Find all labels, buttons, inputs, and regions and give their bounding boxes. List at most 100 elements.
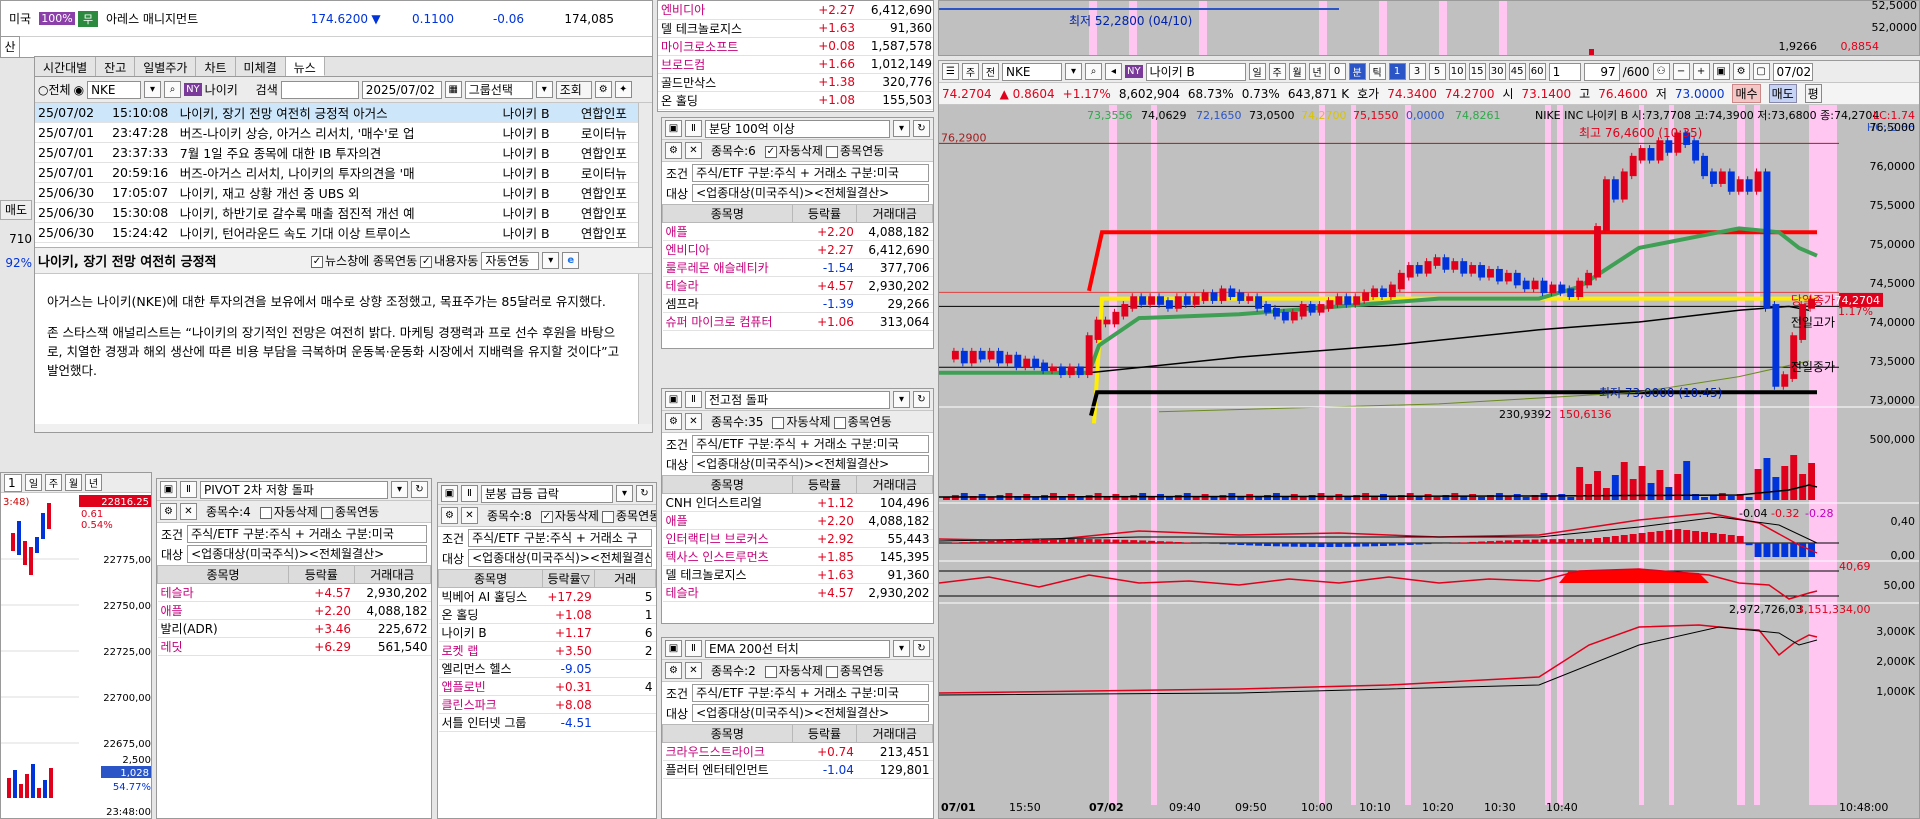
refresh-icon[interactable]: ↻ bbox=[913, 640, 930, 657]
table-row[interactable]: 온 홀딩 +1.08 1 bbox=[438, 605, 656, 624]
min-15[interactable]: 15 bbox=[1468, 63, 1486, 80]
binoculars-icon[interactable]: ⚇ bbox=[1652, 63, 1670, 80]
quote-row[interactable]: 미국 100% 무 아레스 매니지먼트 174.6200 ▼ 0.1100 -0… bbox=[1, 1, 652, 37]
table-row[interactable]: 크라우드스트라이크 +0.74 213,451 bbox=[662, 742, 933, 761]
tab-chart[interactable]: 차트 bbox=[196, 57, 236, 76]
refresh-icon[interactable]: ↻ bbox=[913, 120, 930, 137]
table-row[interactable]: 엔비디아 +2.27 6,412,690 bbox=[662, 240, 933, 259]
mode-select[interactable]: 자동연동 bbox=[481, 251, 540, 270]
window-icon[interactable]: ▣ bbox=[441, 485, 458, 502]
date-input[interactable]: 2025/07/02 bbox=[361, 80, 442, 99]
strip-buy-button[interactable]: 매수 bbox=[1732, 84, 1761, 103]
table-row[interactable]: 테슬라 +4.57 2,930,202 bbox=[157, 583, 431, 602]
mini-tf-year[interactable]: 년 bbox=[85, 474, 102, 491]
chart-search-icon[interactable]: ⌕ bbox=[1085, 63, 1102, 80]
min-10[interactable]: 10 bbox=[1448, 63, 1466, 80]
plus-icon[interactable]: + bbox=[1692, 63, 1710, 80]
table-row[interactable]: 로켓 랩 +3.50 2 bbox=[438, 641, 656, 660]
stock-link-checkbox[interactable]: 종목연동 bbox=[825, 142, 884, 159]
period-zero[interactable]: 0 bbox=[1328, 63, 1346, 80]
autocontent-checkbox[interactable]: ✓ 내용자동 bbox=[420, 252, 478, 269]
pause-icon[interactable]: Ⅱ bbox=[180, 481, 197, 498]
min-3[interactable]: 3 bbox=[1408, 63, 1426, 80]
mini-tf-day[interactable]: 일 bbox=[25, 474, 42, 491]
column-header[interactable]: 종목명 bbox=[157, 565, 290, 584]
table-row[interactable]: 발리(ADR) +3.46 225,672 bbox=[157, 619, 431, 638]
tab-news[interactable]: 뉴스 bbox=[285, 57, 325, 76]
dropdown-icon[interactable]: ▾ bbox=[893, 391, 910, 408]
close-icon[interactable]: ✕ bbox=[180, 503, 197, 520]
table-row[interactable]: 클린스파크 +8.08 bbox=[438, 695, 656, 714]
pause-icon[interactable]: Ⅱ bbox=[685, 640, 702, 657]
table-row[interactable]: 애플 +2.20 4,088,182 bbox=[662, 222, 933, 241]
column-header[interactable]: 종목명 bbox=[438, 569, 544, 588]
strip-sell-button[interactable]: 매도 bbox=[1768, 84, 1797, 103]
table-row[interactable]: 엘리먼스 헬스 -9.05 bbox=[438, 659, 656, 678]
query-button[interactable]: 조회 bbox=[555, 80, 592, 99]
close-icon[interactable]: ✕ bbox=[685, 413, 702, 430]
tab-unfilled[interactable]: 미체결 bbox=[236, 57, 286, 76]
tab-time[interactable]: 시간대별 bbox=[35, 57, 97, 76]
refresh-icon[interactable]: ↻ bbox=[636, 485, 653, 502]
table-row[interactable]: 애플 +2.20 4,088,182 bbox=[662, 511, 933, 530]
stock-link-checkbox[interactable]: 종목연동 bbox=[601, 507, 656, 524]
news-row[interactable]: 25/07/01 20:59:16 버즈-아거스 리서치, 나이키의 투자의견을 '… bbox=[35, 162, 652, 183]
pause-icon[interactable]: Ⅱ bbox=[685, 120, 702, 137]
column-header[interactable]: 종목명 bbox=[662, 204, 793, 223]
table-row[interactable]: 애플 +2.20 4,088,182 bbox=[157, 601, 431, 620]
column-header[interactable]: 등락률▽ bbox=[542, 569, 596, 588]
gear-icon[interactable]: ⚙ bbox=[665, 142, 682, 159]
close-icon[interactable]: ✕ bbox=[685, 142, 702, 159]
column-header[interactable]: 등락률 bbox=[288, 565, 355, 584]
news-row[interactable]: 25/06/30 15:30:08 나이키, 하반기로 갈수록 매출 점진적 개선 … bbox=[35, 202, 652, 223]
news-row[interactable]: 25/06/30 15:24:42 나이키, 턴어라운드 속도 기대 이상 트루이스… bbox=[35, 222, 652, 243]
window-icon[interactable]: ▣ bbox=[665, 640, 682, 657]
tab-balance[interactable]: 잔고 bbox=[96, 57, 136, 76]
gear-icon[interactable]: ⚙ bbox=[594, 81, 612, 98]
cond-field[interactable]: 주식/ETF 구분:주식 + 거래소 구분:미국 bbox=[692, 435, 929, 453]
column-header[interactable]: 거래대금 bbox=[856, 204, 933, 223]
table-row[interactable]: 테슬라 +4.57 2,930,202 bbox=[662, 583, 933, 602]
table-row[interactable]: 텍사스 인스트루먼츠 +1.85 145,395 bbox=[662, 547, 933, 566]
list-item[interactable]: 골드만삭스 +1.38 320,776 bbox=[658, 73, 933, 92]
gear-icon[interactable]: ⚙ bbox=[441, 507, 458, 524]
screener-title[interactable]: EMA 200선 터치 bbox=[705, 639, 890, 658]
stock-link-checkbox[interactable]: 종목연동 bbox=[833, 413, 892, 430]
period-day[interactable]: 일 bbox=[1248, 63, 1266, 80]
mini-tf-week[interactable]: 주 bbox=[45, 474, 62, 491]
newslink-checkbox[interactable]: ✓ 뉴스창에 종목연동 bbox=[311, 252, 417, 269]
code-input[interactable]: NKE bbox=[87, 80, 142, 99]
list-item[interactable]: 브로드컴 +1.66 1,012,149 bbox=[658, 55, 933, 74]
table-row[interactable]: 룰루레몬 애슬레티카 -1.54 377,706 bbox=[662, 258, 933, 277]
table-row[interactable]: 슈퍼 마이크로 컴퓨터 +1.06 313,064 bbox=[662, 312, 933, 331]
target-field[interactable]: <업종대상(미국주식)><전체월결산> bbox=[692, 455, 929, 473]
screener-title[interactable]: 분봉 급등 급락 bbox=[481, 484, 613, 503]
min-1[interactable]: 1 bbox=[1388, 63, 1406, 80]
dropdown-icon[interactable]: ▾ bbox=[616, 485, 633, 502]
screener-title[interactable]: 전고점 돌파 bbox=[705, 390, 890, 409]
target-field[interactable]: <업종대상(미국주식)><전체월결산> bbox=[187, 545, 427, 563]
search-icon[interactable]: ⌕ bbox=[164, 81, 182, 98]
table-row[interactable]: 빅베어 AI 홀딩스 +17.29 5 bbox=[438, 587, 656, 606]
cond-field[interactable]: 주식/ETF 구분:주식 + 거래소 구분:미국 bbox=[692, 164, 929, 182]
stock-link-checkbox[interactable]: 종목연동 bbox=[320, 503, 379, 520]
news-row[interactable]: 25/07/02 15:10:08 나이키, 장기 전망 여전히 긍정적 아거스 나이… bbox=[35, 103, 652, 123]
cond-field[interactable]: 주식/ETF 구분:주식 + 거래소 구 bbox=[468, 529, 652, 547]
main-chart-svg[interactable]: 73,3556 74,0629 72,1650 73,0500 74,2700 75,15… bbox=[939, 105, 1919, 818]
table-row[interactable]: 레딧 +6.29 561,540 bbox=[157, 637, 431, 656]
column-header[interactable]: 거래대금 bbox=[353, 565, 431, 584]
target-field[interactable]: <업종대상(미국주식)><전체월결산> bbox=[692, 704, 929, 722]
gear-icon[interactable]: ⚙ bbox=[665, 413, 682, 430]
prev-button[interactable]: 전 bbox=[982, 63, 999, 80]
news-scrollbar[interactable] bbox=[638, 103, 652, 247]
column-header[interactable]: 종목명 bbox=[662, 475, 793, 494]
list-item[interactable]: 엔비디아 +2.27 6,412,690 bbox=[658, 1, 933, 20]
close-icon[interactable]: ✕ bbox=[685, 662, 702, 679]
period-minute[interactable]: 분 bbox=[1348, 63, 1366, 80]
mini-tf-month[interactable]: 월 bbox=[65, 474, 82, 491]
mini-tf-count[interactable]: 1 bbox=[4, 473, 22, 492]
table-row[interactable]: 플러터 엔터테인먼트 -1.04 129,801 bbox=[662, 760, 933, 779]
min-60[interactable]: 60 bbox=[1528, 63, 1546, 80]
table-row[interactable]: 앱플로빈 +0.31 4 bbox=[438, 677, 656, 696]
gear-icon[interactable]: ⚙ bbox=[160, 503, 177, 520]
